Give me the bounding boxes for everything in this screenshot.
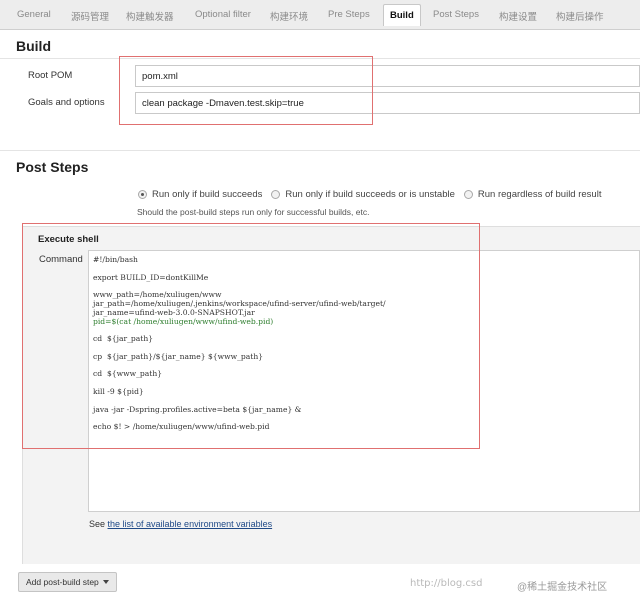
tab-post-steps[interactable]: Post Steps [433, 9, 479, 20]
tab-pre-steps[interactable]: Pre Steps [328, 9, 370, 20]
code-line: cd ${www_path} [93, 369, 163, 379]
chevron-down-icon [102, 580, 109, 584]
radio-label-run-if-succeeds-or-unstable[interactable]: Run only if build succeeds or is unstabl… [285, 189, 455, 200]
build-section-divider [0, 58, 640, 59]
build-section-title: Build [16, 38, 51, 54]
command-textarea[interactable]: #!/bin/bash export BUILD_ID=dontKillMe w… [88, 250, 640, 512]
root-pom-label: Root POM [28, 70, 73, 81]
env-vars-note: See the list of available environment va… [89, 519, 272, 529]
tab-source-management[interactable]: 源码管理 [71, 9, 109, 23]
add-post-build-step-button[interactable]: Add post-build step [18, 572, 117, 592]
add-post-build-step-label: Add post-build step [26, 577, 99, 587]
code-line: #!/bin/bash [93, 255, 138, 264]
goals-options-label: Goals and options [28, 97, 105, 108]
radio-run-if-succeeds-or-unstable[interactable] [271, 189, 281, 199]
code-line: java -jar -Dspring.profiles.active=beta … [93, 404, 302, 414]
watermark-url: http://blog.csd [410, 578, 483, 589]
post-steps-radio-group: Run only if build succeeds Run only if b… [138, 187, 610, 201]
tab-build-environment[interactable]: 构建环境 [270, 9, 308, 23]
post-steps-divider [0, 150, 640, 151]
execute-shell-title: Execute shell [38, 234, 99, 245]
root-pom-input[interactable]: pom.xml [135, 65, 640, 87]
command-label: Command [39, 254, 83, 265]
tab-optional-filter[interactable]: Optional filter [195, 9, 251, 20]
env-vars-prefix: See [89, 519, 108, 529]
radio-run-regardless[interactable] [463, 189, 473, 199]
code-line: kill -9 ${pid} [93, 386, 144, 396]
code-line: export BUILD_ID=dontKillMe [93, 272, 209, 282]
env-vars-link[interactable]: the list of available environment variab… [108, 519, 273, 529]
radio-label-run-if-succeeds[interactable]: Run only if build succeeds [152, 189, 262, 200]
tab-build-settings[interactable]: 构建设置 [499, 9, 537, 23]
radio-label-run-regardless[interactable]: Run regardless of build result [478, 189, 602, 200]
tab-build-triggers[interactable]: 构建触发器 [126, 9, 174, 23]
tab-post-build-actions[interactable]: 构建后操作 [556, 9, 604, 23]
tab-build[interactable]: Build [383, 4, 421, 26]
tab-general[interactable]: General [17, 9, 51, 20]
post-steps-hint: Should the post-build steps run only for… [137, 207, 370, 217]
code-line: cd ${jar_path} [93, 334, 154, 344]
config-tab-bar: General 源码管理 构建触发器 Optional filter 构建环境 … [0, 0, 640, 30]
watermark-brand: @稀土掘金技术社区 [517, 582, 608, 593]
radio-run-if-succeeds[interactable] [138, 189, 147, 199]
post-steps-section-title: Post Steps [16, 159, 89, 175]
goals-options-input[interactable]: clean package -Dmaven.test.skip=true [135, 92, 640, 114]
code-line: echo $! > /home/xuliugen/www/ufind-web.p… [93, 422, 270, 432]
code-line: pid=$(cat /home/xuliugen/www/ufind-web.p… [93, 316, 274, 326]
code-line: cp ${jar_path}/${jar_name} ${www_path} [93, 351, 264, 361]
